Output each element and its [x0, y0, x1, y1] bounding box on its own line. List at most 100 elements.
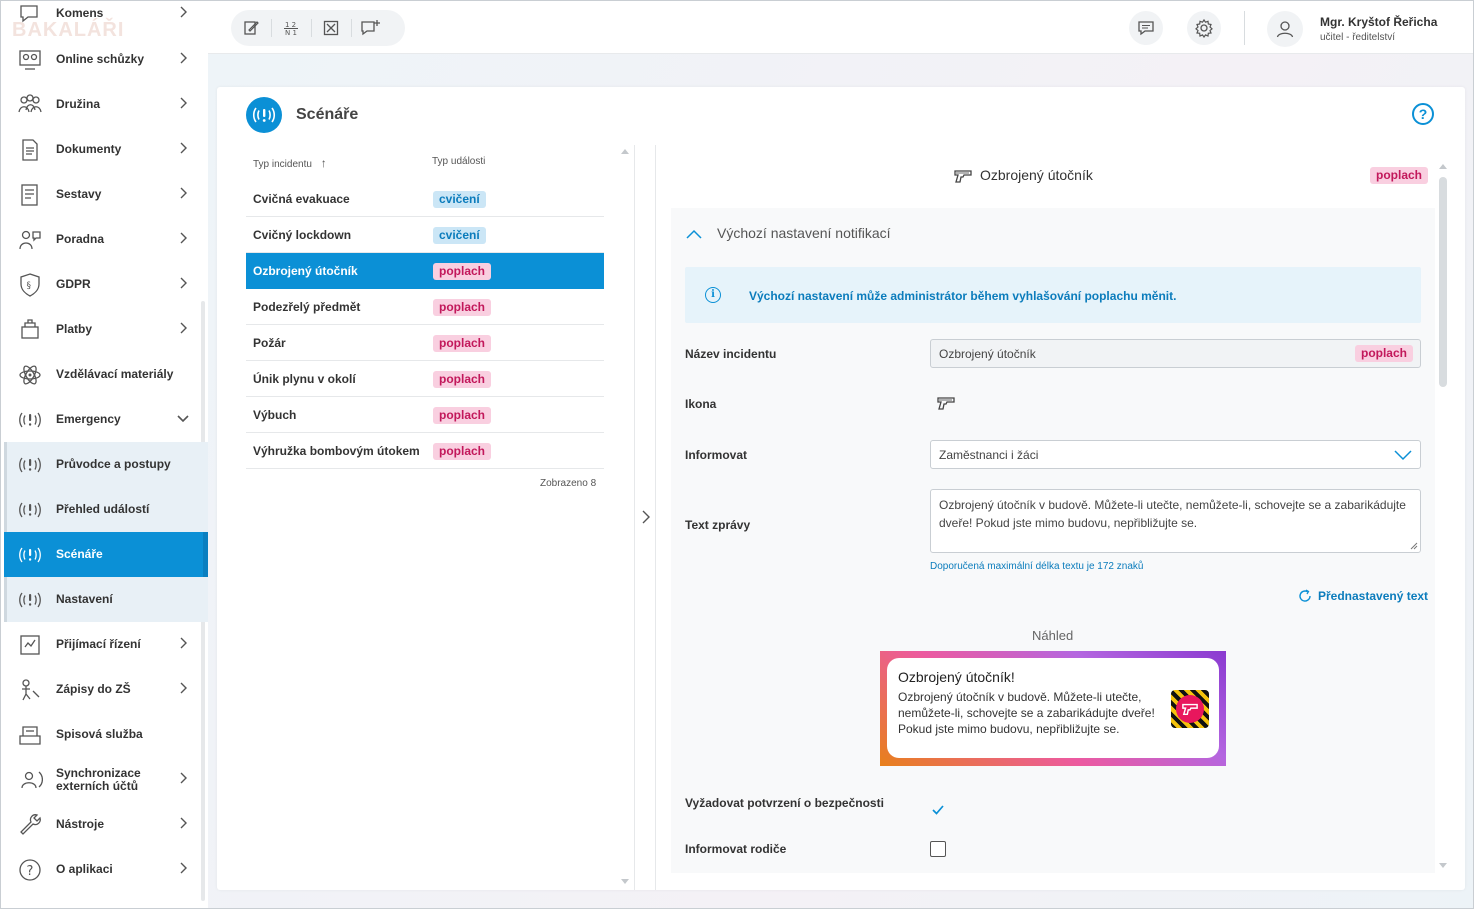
table-row[interactable]: Ozbrojený útočník poplach	[246, 253, 604, 289]
sidebar-item-label: Průvodce a postupy	[56, 457, 171, 471]
chat-icon	[16, 1, 44, 28]
messages-button[interactable]	[1129, 11, 1163, 45]
sidebar-item-12[interactable]: Přehled událostí	[4, 487, 208, 532]
inform-label: Informovat	[685, 448, 748, 462]
list-scroll-up[interactable]	[621, 149, 629, 154]
preview-body: Ozbrojený útočník v budově. Můžete-li ut…	[898, 690, 1155, 736]
inform-select[interactable]: Zaměstnanci i žáci	[930, 440, 1421, 469]
sidebar-item-4[interactable]: Dokumenty	[4, 127, 208, 172]
chevron-up-icon	[686, 229, 702, 239]
preset-text-label: Přednastavený text	[1318, 589, 1429, 603]
incident-name: Ozbrojený útočník	[253, 264, 358, 278]
sidebar: BAKALÁŘI Komens Online schůzky Družina D…	[2, 1, 208, 908]
confirm-safety-checkbox[interactable]	[930, 802, 946, 818]
incident-name: Požár	[253, 336, 286, 350]
sidebar-item-8[interactable]: Platby	[4, 307, 208, 352]
tool-edit[interactable]	[231, 10, 271, 46]
svg-text:N 1: N 1	[285, 29, 297, 37]
sidebar-item-label: Vzdělávací materiály	[56, 367, 174, 381]
sidebar-item-13[interactable]: Scénáře	[4, 532, 208, 577]
chevron-right-icon	[642, 510, 650, 524]
sidebar-item-3[interactable]: Družina	[4, 82, 208, 127]
event-type-badge: cvičení	[433, 191, 486, 208]
emergency-settings-icon	[16, 586, 44, 614]
expand-panel-button[interactable]	[639, 509, 653, 525]
event-type-badge: poplach	[433, 335, 492, 352]
checkmark-icon	[932, 805, 944, 815]
page-title: Scénáře	[296, 106, 359, 123]
sidebar-item-5[interactable]: Sestavy	[4, 172, 208, 217]
table-row[interactable]: Požár poplach	[246, 325, 604, 361]
sidebar-item-label: Komens	[56, 6, 104, 20]
detail-scroll-up[interactable]	[1439, 164, 1447, 169]
sidebar-item-11[interactable]: Průvodce a postupy	[4, 442, 208, 487]
sidebar-item-label: Online schůzky	[56, 52, 145, 66]
counsel-icon	[16, 226, 44, 254]
sidebar-item-label: Dokumenty	[56, 142, 122, 156]
section-title[interactable]: Výchozí nastavení notifikací	[717, 225, 891, 241]
sidebar-item-18[interactable]: Synchronizace externích účtů	[4, 757, 208, 802]
incident-name: Únik plynu v okolí	[253, 372, 356, 386]
detail-scrollbar-thumb[interactable]	[1439, 177, 1447, 387]
payment-icon	[16, 316, 44, 344]
sidebar-item-6[interactable]: Poradna	[4, 217, 208, 262]
preview-title: Ozbrojený útočník!	[898, 669, 1015, 685]
sidebar-item-17[interactable]: Spisová služba	[4, 712, 208, 757]
help-button[interactable]: ?	[1412, 103, 1434, 125]
sidebar-item-7[interactable]: § GDPR	[4, 262, 208, 307]
report-icon	[16, 181, 44, 209]
chevron-right-icon	[176, 681, 190, 695]
table-row[interactable]: Podezřelý předmět poplach	[246, 289, 604, 325]
tool-new-message[interactable]	[351, 10, 391, 46]
incident-name-field[interactable]: Ozbrojený útočník poplach	[930, 339, 1421, 368]
incident-pistol-icon[interactable]	[936, 394, 956, 412]
chevron-right-icon	[176, 861, 190, 875]
tool-absence[interactable]	[311, 10, 351, 46]
sidebar-item-label: Družina	[56, 97, 101, 111]
sidebar-item-14[interactable]: Nastavení	[4, 577, 208, 622]
preview-label: Náhled	[1032, 628, 1074, 643]
sidebar-item-10[interactable]: Emergency	[4, 397, 208, 442]
preset-text-button[interactable]: Přednastavený text	[1298, 589, 1428, 603]
column-header-incident-type[interactable]: Typ incidentu ↑	[253, 156, 327, 170]
chevron-right-icon	[176, 276, 190, 290]
admission-icon	[16, 631, 44, 659]
sidebar-item-label: Nastavení	[56, 592, 113, 606]
svg-text:?: ?	[27, 864, 34, 879]
message-textarea[interactable]: Ozbrojený útočník v budově. Můžete-li ut…	[930, 489, 1421, 553]
sidebar-item-15[interactable]: Přijímací řízení	[4, 622, 208, 667]
preview-notification-card: Ozbrojený útočník! Ozbrojený útočník v b…	[887, 658, 1219, 758]
table-row[interactable]: Cvičná evakuace cvičení	[246, 181, 604, 217]
incident-name-value: Ozbrojený útočník	[939, 347, 1036, 361]
chevron-right-icon	[176, 636, 190, 650]
sidebar-item-19[interactable]: Nástroje	[4, 802, 208, 847]
chevron-right-icon	[176, 321, 190, 335]
collapse-section-button[interactable]	[685, 227, 703, 241]
inform-parents-checkbox[interactable]	[930, 841, 946, 857]
refresh-icon	[1299, 589, 1311, 602]
settings-button[interactable]	[1187, 11, 1221, 45]
inform-selected-value: Zaměstnanci i žáci	[939, 448, 1039, 462]
detail-scroll-down[interactable]	[1439, 863, 1447, 868]
chevron-down-icon	[1394, 449, 1412, 461]
resize-handle-icon[interactable]	[1410, 542, 1418, 550]
sidebar-item-2[interactable]: Online schůzky	[4, 37, 208, 82]
avatar[interactable]	[1267, 11, 1303, 47]
sidebar-item-20[interactable]: ? O aplikaci	[4, 847, 208, 892]
column-header-event-type[interactable]: Typ události	[432, 156, 485, 167]
emergency-scenarios-icon	[16, 541, 44, 569]
user-name[interactable]: Mgr. Kryštof Řeřicha	[1320, 15, 1437, 29]
scenarios-title-icon	[246, 97, 282, 133]
svg-text:1 2: 1 2	[285, 21, 296, 29]
table-row[interactable]: Výbuch poplach	[246, 397, 604, 433]
table-row[interactable]: Výhružka bombovým útokem poplach	[246, 433, 604, 469]
table-row[interactable]: Cvičný lockdown cvičení	[246, 217, 604, 253]
sidebar-item-label: Nástroje	[56, 817, 105, 831]
sidebar-item-16[interactable]: Zápisy do ZŠ	[4, 667, 208, 712]
list-scroll-down[interactable]	[621, 879, 629, 884]
svg-text:§: §	[27, 281, 32, 291]
sidebar-item-1[interactable]: Komens	[4, 1, 208, 36]
table-row[interactable]: Únik plynu v okolí poplach	[246, 361, 604, 397]
sidebar-item-9[interactable]: Vzdělávací materiály	[4, 352, 208, 397]
tool-grades[interactable]: 1 2N 1	[271, 10, 311, 46]
